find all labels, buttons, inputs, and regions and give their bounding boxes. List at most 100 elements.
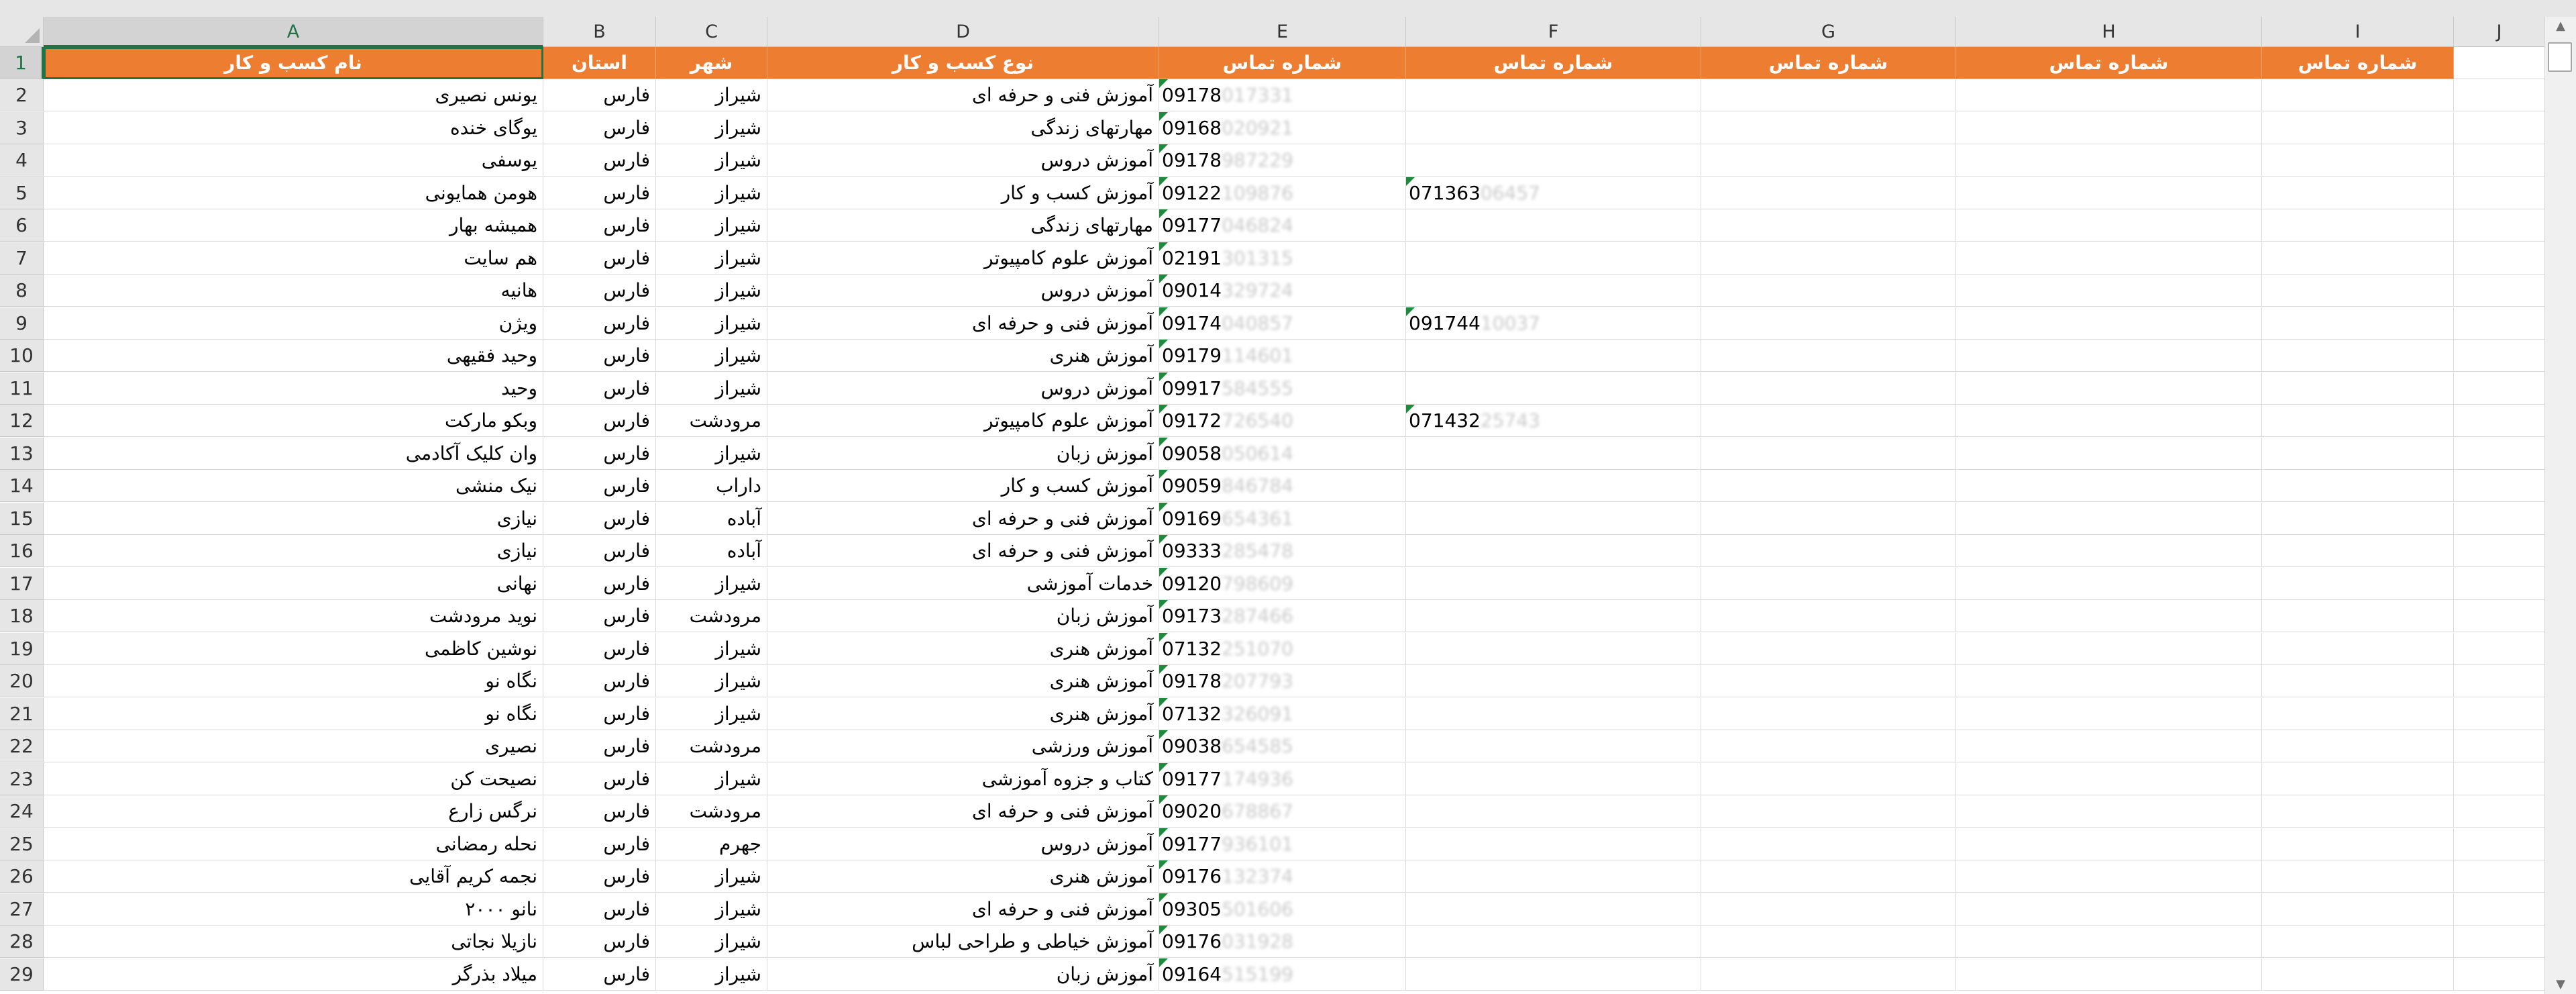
empty-cell[interactable]: [1701, 437, 1956, 470]
row-number[interactable]: 12: [0, 405, 44, 437]
phone-cell-e[interactable]: 09172726540: [1159, 405, 1406, 437]
scroll-down-arrow-icon[interactable]: ▼: [2545, 975, 2576, 994]
row-number[interactable]: 17: [0, 567, 44, 600]
header-cell-phone-f[interactable]: شماره تماس: [1406, 47, 1701, 79]
phone-cell-e[interactable]: 09038654585: [1159, 730, 1406, 762]
cell-name[interactable]: نوشین کاظمی: [44, 632, 543, 665]
cell-type[interactable]: آموزش دروس: [767, 828, 1159, 860]
empty-cell[interactable]: [2262, 958, 2454, 991]
row-number[interactable]: 6: [0, 209, 44, 242]
column-header-e[interactable]: E: [1159, 17, 1406, 47]
cell-province[interactable]: فارس: [543, 535, 656, 567]
cell-city[interactable]: آباده: [656, 535, 767, 567]
phone-cell-f[interactable]: [1406, 502, 1701, 535]
row-number[interactable]: 24: [0, 795, 44, 828]
row-number[interactable]: 14: [0, 470, 44, 502]
cell-city[interactable]: شیراز: [656, 632, 767, 665]
row-number[interactable]: 29: [0, 958, 44, 991]
empty-cell[interactable]: [2262, 697, 2454, 730]
empty-cell[interactable]: [2262, 893, 2454, 926]
cell-name[interactable]: نگاه نو: [44, 697, 543, 730]
empty-cell[interactable]: [1956, 958, 2262, 991]
row-number[interactable]: 22: [0, 730, 44, 762]
empty-cell[interactable]: [2454, 828, 2545, 860]
cell-province[interactable]: فارس: [543, 502, 656, 535]
phone-cell-f[interactable]: [1406, 697, 1701, 730]
phone-cell-e[interactable]: 09178987229: [1159, 144, 1406, 177]
phone-cell-e[interactable]: 09305501606: [1159, 893, 1406, 926]
cell-name[interactable]: نگاه نو: [44, 665, 543, 697]
cell-province[interactable]: فارس: [543, 242, 656, 275]
phone-cell-f[interactable]: [1406, 242, 1701, 275]
scroll-up-arrow-icon[interactable]: ▲: [2545, 17, 2576, 36]
empty-cell[interactable]: [2262, 860, 2454, 893]
empty-cell[interactable]: [1701, 860, 1956, 893]
header-cell-phone-h[interactable]: شماره تماس: [1956, 47, 2262, 79]
empty-cell[interactable]: [1701, 535, 1956, 567]
empty-cell[interactable]: [1956, 828, 2262, 860]
cell-name[interactable]: نانو ۲۰۰۰: [44, 893, 543, 926]
phone-cell-e[interactable]: 09333285478: [1159, 535, 1406, 567]
phone-cell-f[interactable]: [1406, 209, 1701, 242]
empty-cell[interactable]: [1956, 893, 2262, 926]
empty-cell[interactable]: [2454, 600, 2545, 632]
empty-cell[interactable]: [2454, 307, 2545, 340]
column-header-c[interactable]: C: [656, 17, 767, 47]
cell-province[interactable]: فارس: [543, 372, 656, 405]
column-header-f[interactable]: F: [1406, 17, 1701, 47]
empty-cell[interactable]: [1956, 372, 2262, 405]
cell-province[interactable]: فارس: [543, 111, 656, 144]
empty-cell[interactable]: [1701, 242, 1956, 275]
phone-cell-f[interactable]: [1406, 893, 1701, 926]
empty-cell[interactable]: [2454, 860, 2545, 893]
cell-name[interactable]: وبکو مارکت: [44, 405, 543, 437]
phone-cell-e[interactable]: 09014329724: [1159, 275, 1406, 307]
cell-province[interactable]: فارس: [543, 405, 656, 437]
phone-cell-f[interactable]: [1406, 665, 1701, 697]
phone-cell-e[interactable]: 09174040857: [1159, 307, 1406, 340]
empty-cell[interactable]: [2454, 926, 2545, 958]
empty-cell[interactable]: [1956, 762, 2262, 795]
phone-cell-f[interactable]: 07136306457: [1406, 177, 1701, 209]
empty-cell[interactable]: [1956, 632, 2262, 665]
empty-cell[interactable]: [2454, 697, 2545, 730]
row-number[interactable]: 23: [0, 762, 44, 795]
header-cell-province[interactable]: استان: [543, 47, 656, 79]
header-cell-city[interactable]: شهر: [656, 47, 767, 79]
empty-cell[interactable]: [2262, 372, 2454, 405]
cell-city[interactable]: شیراز: [656, 275, 767, 307]
phone-cell-f[interactable]: [1406, 79, 1701, 111]
empty-cell[interactable]: [2262, 144, 2454, 177]
cell-type[interactable]: آموزش هنری: [767, 697, 1159, 730]
cell-name[interactable]: نهانی: [44, 567, 543, 600]
empty-cell[interactable]: [2454, 275, 2545, 307]
cell-province[interactable]: فارس: [543, 567, 656, 600]
empty-cell[interactable]: [2262, 730, 2454, 762]
cell-name[interactable]: نحله رمضانی: [44, 828, 543, 860]
phone-cell-e[interactable]: 09177174936: [1159, 762, 1406, 795]
phone-cell-e[interactable]: 09059846784: [1159, 470, 1406, 502]
cell-type[interactable]: آموزش دروس: [767, 275, 1159, 307]
phone-cell-f[interactable]: [1406, 535, 1701, 567]
empty-cell[interactable]: [1956, 567, 2262, 600]
empty-cell[interactable]: [1956, 437, 2262, 470]
cell-type[interactable]: آموزش کسب و کار: [767, 470, 1159, 502]
cell-name[interactable]: هم سایت: [44, 242, 543, 275]
cell-name[interactable]: یونس نصیری: [44, 79, 543, 111]
phone-cell-f[interactable]: [1406, 828, 1701, 860]
empty-cell[interactable]: [1701, 209, 1956, 242]
cell-city[interactable]: آباده: [656, 502, 767, 535]
empty-cell[interactable]: [1956, 275, 2262, 307]
cell-type[interactable]: آموزش فنی و حرفه ای: [767, 502, 1159, 535]
row-number[interactable]: 15: [0, 502, 44, 535]
empty-cell[interactable]: [1956, 177, 2262, 209]
cell-type[interactable]: آموزش دروس: [767, 372, 1159, 405]
phone-cell-e[interactable]: 09176031928: [1159, 926, 1406, 958]
empty-cell[interactable]: [1956, 926, 2262, 958]
phone-cell-f[interactable]: 07143225743: [1406, 405, 1701, 437]
phone-cell-f[interactable]: [1406, 762, 1701, 795]
empty-cell[interactable]: [2454, 665, 2545, 697]
column-header-a[interactable]: A: [44, 17, 543, 47]
cell-province[interactable]: فارس: [543, 144, 656, 177]
empty-cell[interactable]: [2262, 926, 2454, 958]
